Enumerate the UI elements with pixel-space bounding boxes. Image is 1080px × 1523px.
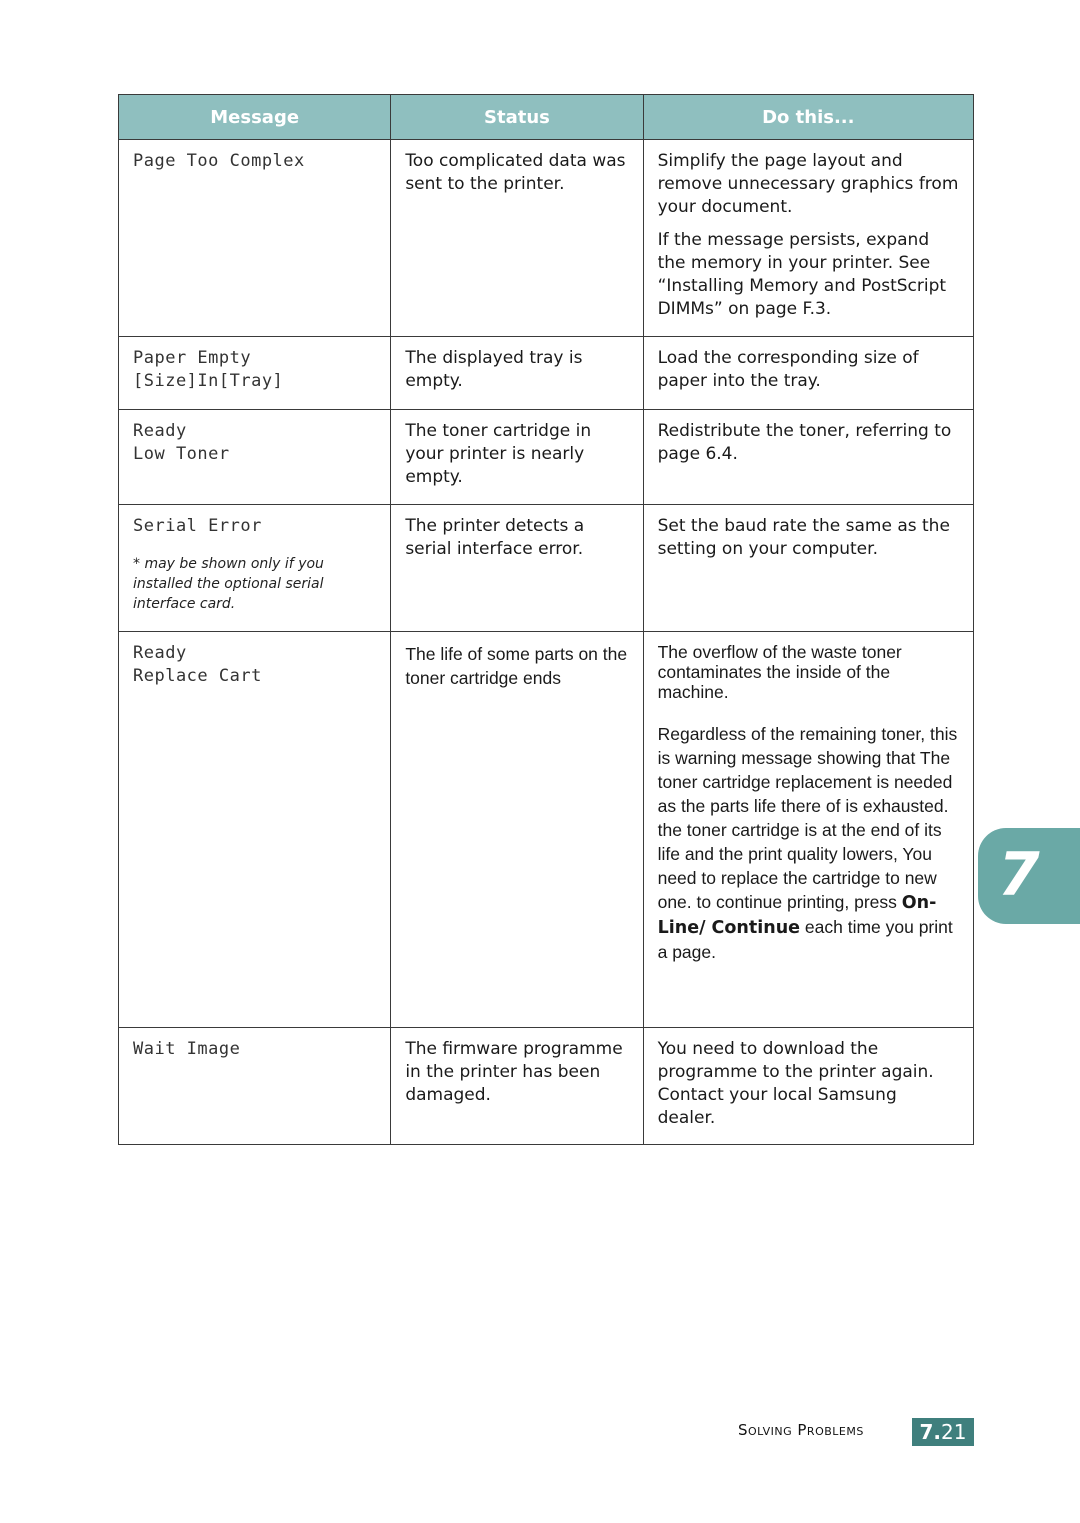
status-text: Too complicated data was sent to the pri… — [405, 151, 626, 194]
table-row: Ready Low Toner The toner cartridge in y… — [117, 409, 975, 505]
do-this-text: You need to download the programme to th… — [657, 1039, 934, 1128]
table-row: Serial Error * may be shown only if you … — [117, 504, 975, 632]
status-text: The firmware programme in the printer ha… — [405, 1039, 623, 1105]
status-cell: The firmware programme in the printer ha… — [390, 1027, 644, 1145]
message-cell: Serial Error * may be shown only if you … — [117, 504, 392, 632]
lcd-message: Paper Empty [Size]In[Tray] — [133, 348, 284, 391]
do-this-body: Regardless of the remaining toner, this … — [657, 724, 958, 912]
status-cell: The life of some parts on the toner cart… — [390, 631, 644, 1028]
chapter-number: 7 — [998, 840, 1040, 910]
do-this-cell: Load the corresponding size of paper int… — [642, 336, 975, 410]
header-message: Message — [117, 94, 392, 140]
lcd-message: Page Too Complex — [133, 151, 305, 171]
status-cell: The displayed tray is empty. — [390, 336, 644, 410]
lcd-message: Wait Image — [133, 1039, 241, 1059]
chapter-tab: 7 — [978, 828, 1080, 924]
table-row: Ready Replace Cart The life of some part… — [117, 631, 975, 1028]
do-this-text: If the message persists, expand the memo… — [657, 230, 947, 319]
do-this-text: Set the baud rate the same as the settin… — [657, 516, 950, 559]
do-this-cell: You need to download the programme to th… — [642, 1027, 975, 1145]
status-text: The toner cartridge in your printer is n… — [405, 421, 592, 487]
do-this-text: The overflow of the waste toner contamin… — [657, 642, 902, 702]
do-this-text: Load the corresponding size of paper int… — [657, 348, 919, 391]
message-cell: Ready Low Toner — [117, 409, 392, 505]
table-header-row: Message Status Do this... — [117, 94, 975, 140]
do-this-text: Simplify the page layout and remove unne… — [657, 151, 959, 217]
do-this-cell: Simplify the page layout and remove unne… — [642, 139, 975, 337]
do-this-text: Redistribute the toner, referring to pag… — [657, 421, 952, 464]
status-cell: Too complicated data was sent to the pri… — [390, 139, 644, 337]
footnote: * may be shown only if you installed the… — [133, 556, 324, 612]
status-cell: The toner cartridge in your printer is n… — [390, 409, 644, 505]
page-number: 21 — [941, 1420, 967, 1444]
do-this-cell: Redistribute the toner, referring to pag… — [642, 409, 975, 505]
table-row: Paper Empty [Size]In[Tray] The displayed… — [117, 336, 975, 410]
do-this-text: Regardless of the remaining toner, this … — [658, 722, 959, 964]
table-row: Page Too Complex Too complicated data wa… — [117, 139, 975, 337]
table-row: Wait Image The firmware programme in the… — [117, 1027, 975, 1145]
do-this-cell: Set the baud rate the same as the settin… — [642, 504, 975, 632]
lcd-message: Serial Error — [133, 516, 262, 536]
message-cell: Page Too Complex — [117, 139, 392, 337]
status-text: The life of some parts on the toner cart… — [405, 644, 628, 688]
message-cell: Paper Empty [Size]In[Tray] — [117, 336, 392, 410]
footer-section-title: Solving Problems — [738, 1421, 864, 1439]
status-cell: The printer detects a serial interface e… — [390, 504, 644, 632]
page-number-badge: 7.21 — [912, 1418, 974, 1446]
message-cell: Wait Image — [117, 1027, 392, 1145]
lcd-message: Ready Replace Cart — [133, 643, 262, 686]
page-chapter: 7. — [919, 1420, 942, 1444]
status-text: The displayed tray is empty. — [405, 348, 583, 391]
status-text: The printer detects a serial interface e… — [405, 516, 585, 559]
lcd-message: Ready Low Toner — [133, 421, 230, 464]
do-this-cell: The overflow of the waste toner contamin… — [642, 631, 975, 1028]
header-status: Status — [390, 94, 644, 140]
header-do-this: Do this... — [642, 94, 975, 140]
error-message-table: Message Status Do this... Page Too Compl… — [117, 94, 975, 1145]
message-cell: Ready Replace Cart — [117, 631, 392, 1028]
